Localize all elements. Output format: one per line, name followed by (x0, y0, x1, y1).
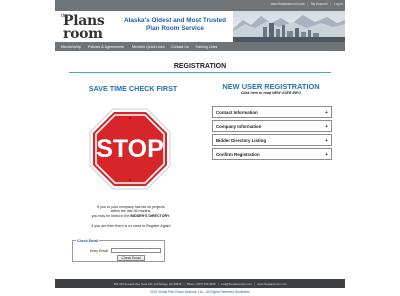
header: the Plans room Alaska's Oldest and Most … (55, 11, 345, 42)
section-confirm-registration[interactable]: Confirm Registration + (212, 148, 332, 160)
separator: | (307, 2, 309, 6)
expand-plus-icon: + (325, 151, 328, 158)
expand-plus-icon: + (325, 123, 328, 130)
logo-room: room (63, 26, 103, 42)
top-bar: www.theplansroom.com | My Account | Log … (55, 0, 345, 11)
check-email-fieldset: Check Email Entry Email: Check Email (72, 239, 165, 262)
info-line3-wrap: you may be listed in the BIDDER'S DIRECT… (91, 213, 171, 218)
expand-plus-icon: + (325, 109, 328, 116)
section-bidder-directory-listing[interactable]: Bidder Directory Listing + (212, 134, 332, 146)
page-title: REGISTRATION (173, 63, 227, 70)
main-nav: Membership Policies & Agreements Member … (55, 42, 345, 51)
login-link[interactable]: Log In (334, 2, 343, 6)
tagline-line2: Plan Room Service (146, 25, 204, 32)
footer-contact-bar: 501 Old Seward Hwy Suite 101, Anchorage,… (55, 279, 345, 288)
footer-address: 501 Old Seward Hwy Suite 101, Anchorage,… (113, 281, 287, 286)
stop-sign-graphic: STOP (89, 108, 171, 190)
section-label: Contact Information (216, 110, 258, 116)
nav-member-quick-links[interactable]: Member Quick Links (132, 45, 165, 49)
section-company-information[interactable]: Company Information + (212, 120, 332, 132)
new-user-info-link[interactable]: Click here to read NEW USER INFO (211, 91, 331, 95)
my-account-link[interactable]: My Account (311, 2, 327, 6)
title-divider (69, 72, 331, 73)
site-link[interactable]: www.theplansroom.com (271, 2, 305, 6)
site-logo[interactable]: the Plans room (59, 13, 115, 42)
section-label: Company Information (216, 124, 262, 130)
nav-contact-us[interactable]: Contact Us (171, 45, 189, 49)
entry-email-input[interactable] (111, 248, 161, 253)
top-links: www.theplansroom.com | My Account | Log … (269, 2, 343, 6)
info-line3: you may be listed in the (91, 213, 130, 218)
section-label: Confirm Registration (216, 152, 260, 158)
skyline-graphic (233, 11, 345, 42)
bidder-directory-info: If you or your company has bid on projec… (69, 205, 193, 218)
footer-copyright-bar: 2022 Virtual Plan Room Network, Ltd. - A… (55, 288, 345, 296)
section-contact-information[interactable]: Contact Information + (212, 106, 332, 118)
tagline-line1: Alaska's Oldest and Most Trusted (123, 17, 227, 24)
city-skyline-image (233, 11, 345, 42)
check-email-legend: Check Email (76, 239, 100, 243)
expand-plus-icon: + (325, 137, 328, 144)
section-label: Bidder Directory Listing (216, 138, 267, 144)
page: www.theplansroom.com | My Account | Log … (55, 0, 345, 296)
nav-training-links[interactable]: Training Links (195, 45, 217, 49)
nav-membership[interactable]: Membership (61, 45, 81, 49)
no-need-register-note: If you are then there is no need to Regi… (91, 224, 171, 228)
check-email-button[interactable]: Check Email (117, 255, 145, 261)
stop-sign-text: STOP (96, 135, 164, 163)
footer-copyright: 2022 Virtual Plan Room Network, Ltd. - A… (150, 290, 250, 294)
stop-sign-icon: STOP (88, 107, 172, 191)
separator: | (330, 2, 332, 6)
bidders-directory-emph: BIDDER'S DIRECTORY (130, 213, 170, 218)
new-user-heading: NEW USER REGISTRATION (222, 82, 320, 91)
entry-email-label: Entry Email: (90, 249, 109, 253)
tagline: Alaska's Oldest and Most Trusted Plan Ro… (111, 17, 239, 32)
save-time-heading: SAVE TIME CHECK FIRST (88, 84, 178, 93)
nav-policies[interactable]: Policies & Agreements (88, 45, 124, 49)
